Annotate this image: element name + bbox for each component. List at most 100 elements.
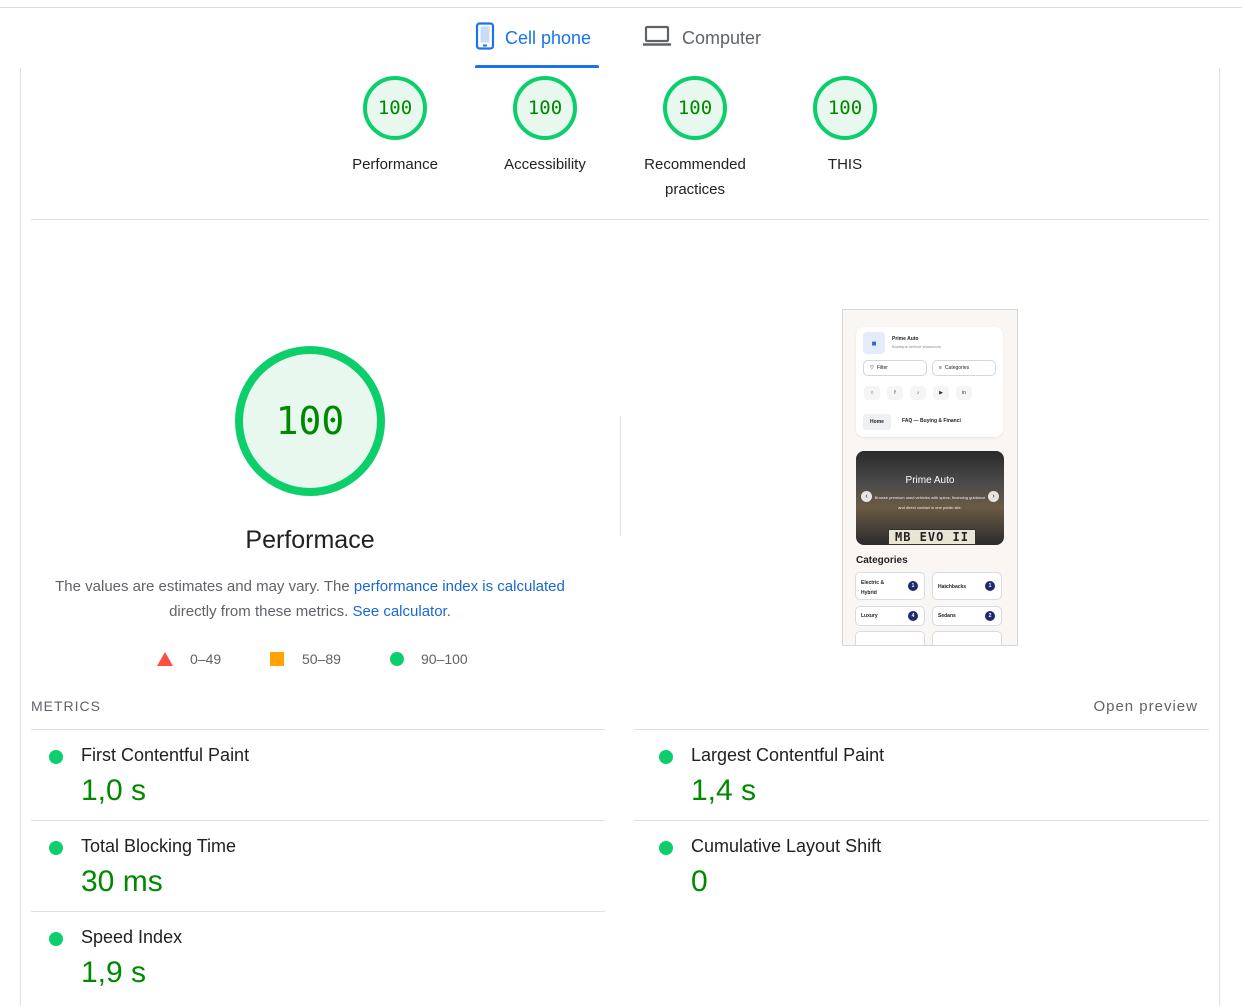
linkedin-icon: in <box>956 386 972 400</box>
panel-border-left <box>20 68 21 1006</box>
score-value: 100 <box>827 97 863 119</box>
tiktok-icon: ♪ <box>910 386 926 400</box>
score-value: 100 <box>377 97 413 119</box>
gauge-label: THIS <box>827 156 863 173</box>
categories-heading: Categories <box>856 555 908 566</box>
laptop-icon <box>642 25 672 52</box>
performance-score-ring: 100 <box>235 346 385 496</box>
open-preview-button[interactable]: Open preview <box>1093 698 1198 715</box>
tab-cell-phone[interactable]: Cell phone <box>475 8 599 68</box>
triangle-icon <box>157 652 173 666</box>
tab-label: Cell phone <box>505 27 592 48</box>
category-card: Sedans 2 <box>932 606 1002 626</box>
nav-faq: FAQ — Buying & Financi <box>902 418 961 424</box>
car-logo-icon: ■ <box>863 332 885 354</box>
performance-title: Performace <box>245 526 375 554</box>
categories-button: ≡ Categories <box>932 360 996 376</box>
vertical-divider <box>620 416 621 536</box>
hero-banner: Prime Auto Browse premium used vehicles … <box>856 451 1004 545</box>
category-count: 2 <box>985 611 995 621</box>
button-label: Filter <box>876 365 888 371</box>
nav-home: Home <box>863 414 891 430</box>
legend-pass: 90–100 <box>390 649 468 669</box>
menu-icon: ≡ <box>939 365 942 371</box>
metric-value: 1,9 s <box>81 956 147 989</box>
performance-description: The values are estimates and may vary. T… <box>40 574 580 624</box>
legend-range: 0–49 <box>190 651 222 667</box>
score-value: 100 <box>527 97 563 119</box>
category-card: Electric & Hybrid 1 <box>855 572 925 600</box>
legend-fail: 0–49 <box>157 649 221 669</box>
performance-index-link[interactable]: performance index is calculated <box>354 578 565 595</box>
chevron-left-icon: ‹ <box>861 491 872 502</box>
legend-range: 90–100 <box>421 651 468 667</box>
metric-value: 1,4 s <box>691 774 757 807</box>
device-tabs: Cell phone Computer <box>0 8 1242 68</box>
metric-value: 30 ms <box>81 865 163 898</box>
performance-score: 100 <box>275 399 345 443</box>
gauges-divider <box>31 219 1209 220</box>
metric-value: 0 <box>691 865 708 898</box>
score-value: 100 <box>677 97 713 119</box>
instagram-icon: ○ <box>864 386 880 400</box>
tab-computer[interactable]: Computer <box>642 8 772 68</box>
metric-largest-contentful-paint: Largest Contentful Paint 1,4 s <box>641 730 1201 820</box>
metric-label: Speed Index <box>81 927 183 947</box>
gauge-performance[interactable]: 100 Performance <box>325 76 465 177</box>
button-label: Categories <box>944 365 970 371</box>
brand-name: Prime Auto <box>892 336 919 342</box>
category-name: Electric & Hybrid <box>861 580 885 596</box>
metric-cumulative-layout-shift: Cumulative Layout Shift 0 <box>641 821 1201 911</box>
phone-icon <box>475 21 495 55</box>
pass-indicator-icon <box>49 750 63 764</box>
gauge-this[interactable]: 100 THIS <box>775 76 915 177</box>
metric-label: Cumulative Layout Shift <box>691 836 882 856</box>
pass-indicator-icon <box>49 932 63 946</box>
category-count: 1 <box>985 581 995 591</box>
circle-icon <box>390 652 404 666</box>
category-card <box>932 631 1002 645</box>
gauge-recommended-practices[interactable]: 100 Recommended practices <box>625 76 765 202</box>
filter-button: ▽ Filter <box>863 360 927 376</box>
metric-label: First Contentful Paint <box>81 745 250 765</box>
metric-label: Total Blocking Time <box>81 836 237 856</box>
category-card <box>855 631 925 645</box>
category-count: 4 <box>908 611 918 621</box>
youtube-icon: ▶ <box>933 386 949 400</box>
brand-tagline: Boutique vehicle showroom <box>892 344 941 349</box>
category-card: Hatchbacks 1 <box>932 572 1002 600</box>
gauge-label: Performance <box>352 156 438 173</box>
category-name: Sedans <box>938 613 956 619</box>
legend-range: 50–89 <box>302 651 341 667</box>
metric-first-contentful-paint: First Contentful Paint 1,0 s <box>31 730 591 820</box>
metric-label: Largest Contentful Paint <box>691 745 885 765</box>
metrics-heading: METRICS <box>31 698 101 714</box>
page-screenshot-preview[interactable]: ■ Prime Auto Boutique vehicle showroom ▽… <box>842 309 1018 646</box>
pass-indicator-icon <box>659 841 673 855</box>
gauge-label: Recommended practices <box>644 156 746 198</box>
hero-title: Prime Auto <box>905 475 955 486</box>
score-ring: 100 <box>363 76 427 140</box>
square-icon <box>270 652 284 666</box>
legend-average: 50–89 <box>270 649 341 669</box>
see-calculator-link[interactable]: See calculator. <box>352 603 450 620</box>
category-name: Luxury <box>861 613 878 619</box>
active-tab-indicator <box>475 65 599 68</box>
gauge-label: Accessibility <box>504 156 586 173</box>
facebook-icon: f <box>887 386 903 400</box>
metric-total-blocking-time: Total Blocking Time 30 ms <box>31 821 591 911</box>
hero-text: Browse premium used vehicles with specs,… <box>874 495 986 510</box>
chevron-right-icon: › <box>988 491 999 502</box>
gauge-accessibility[interactable]: 100 Accessibility <box>475 76 615 177</box>
metric-speed-index: Speed Index 1,9 s <box>31 912 591 1002</box>
panel-border-right <box>1219 68 1220 1006</box>
license-plate: MB EVO II <box>888 529 976 545</box>
header-card: ■ Prime Auto Boutique vehicle showroom ▽… <box>856 327 1003 437</box>
category-count: 1 <box>908 581 918 591</box>
tab-label: Computer <box>682 27 762 48</box>
desc-text: The values are estimates and may vary. T… <box>55 578 350 595</box>
pass-indicator-icon <box>49 841 63 855</box>
pass-indicator-icon <box>659 750 673 764</box>
category-card: Luxury 4 <box>855 606 925 626</box>
score-ring: 100 <box>813 76 877 140</box>
